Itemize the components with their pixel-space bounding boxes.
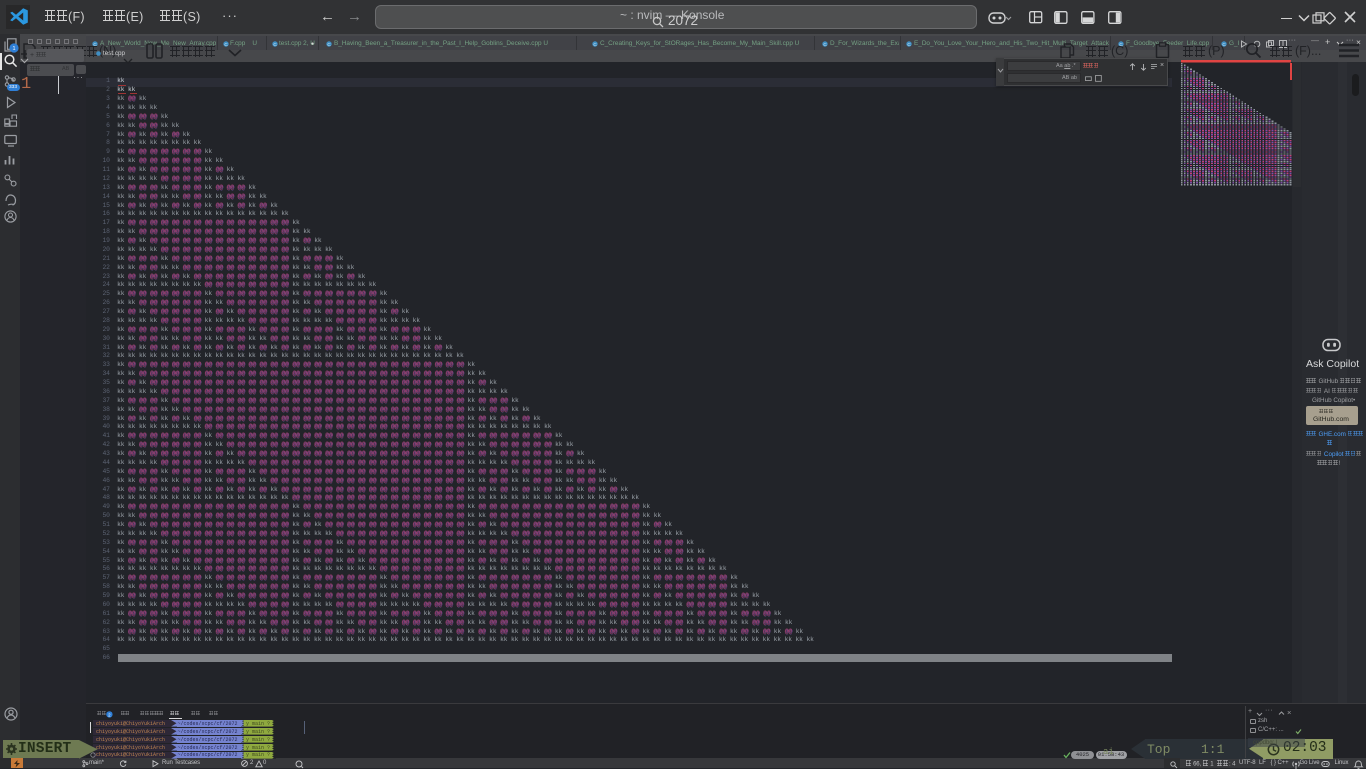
svg-text:1: 1 xyxy=(12,46,15,52)
